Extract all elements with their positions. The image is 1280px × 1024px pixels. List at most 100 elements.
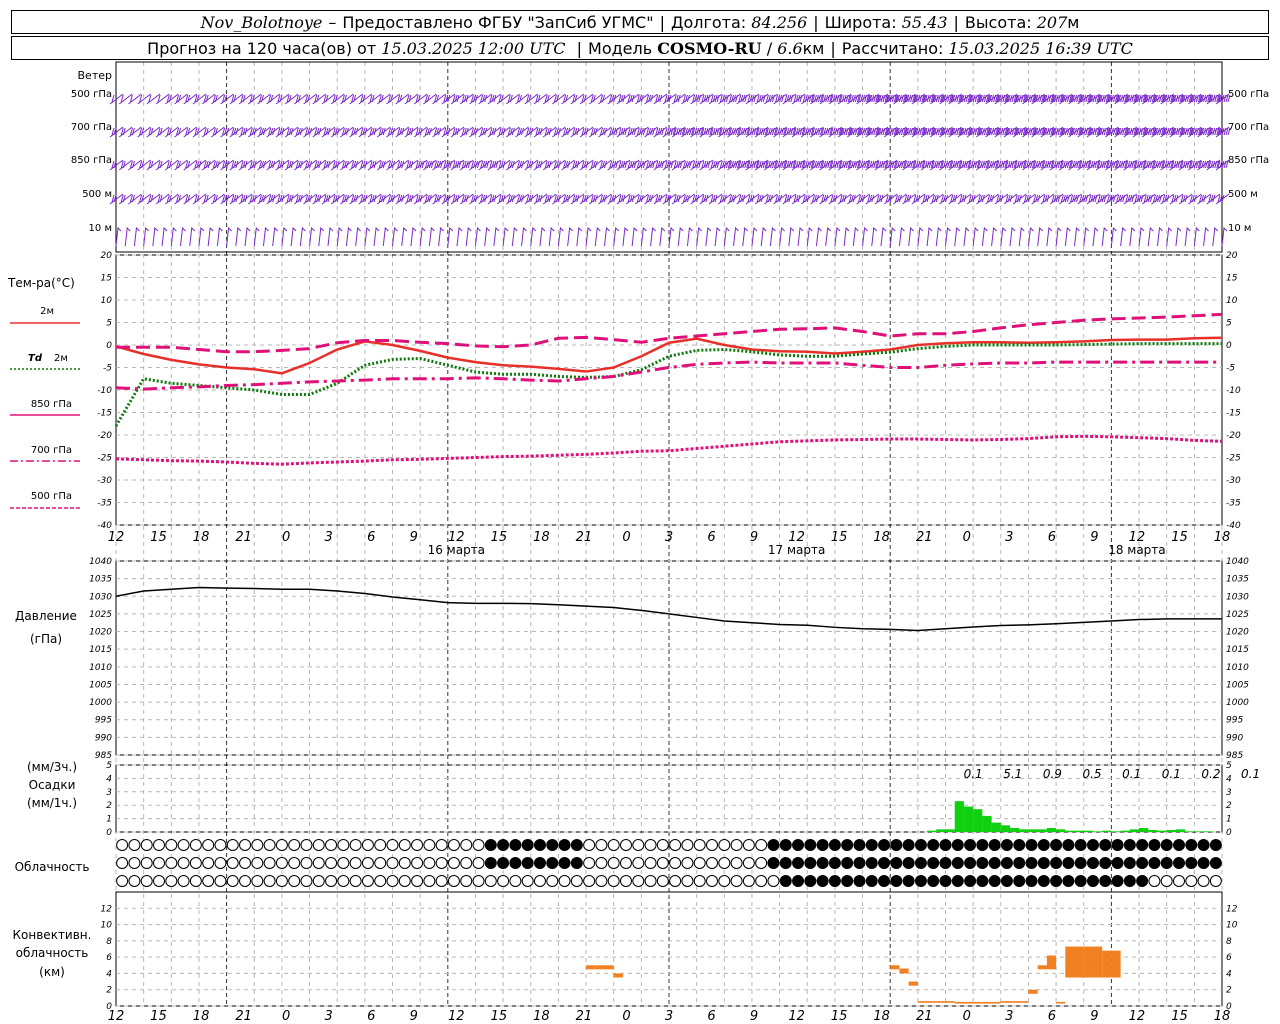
- y-tick-label-left: 1015: [89, 645, 112, 655]
- wind-barb: [760, 226, 767, 247]
- y-tick-label-right: 995: [1226, 716, 1243, 726]
- y-tick-label-right: 1025: [1226, 610, 1249, 620]
- wind-barb: [428, 226, 435, 247]
- x-tick-label-top: 9: [750, 530, 758, 545]
- conv-bar: [613, 973, 623, 978]
- wind-barb: [1101, 226, 1108, 247]
- legend-500-label: 500 гПа: [31, 491, 72, 502]
- wind-barb: [815, 226, 822, 247]
- cloud-circle: [755, 875, 768, 887]
- cloud-circle: [386, 875, 399, 887]
- wind-barb: [622, 226, 629, 247]
- cloud-circle: [263, 839, 276, 851]
- cloud-circle: [595, 875, 608, 887]
- cloud-circle: [288, 875, 301, 887]
- conv-bar: [890, 965, 900, 970]
- precip-total-label: 0.1: [1162, 767, 1181, 781]
- cloud-circle: [251, 857, 264, 869]
- wind-barb: [1166, 226, 1173, 247]
- y-tick-label-left: -10: [97, 386, 112, 396]
- cloud-circle: [116, 839, 129, 851]
- cloud-circle: [779, 839, 792, 851]
- cloud-circle: [177, 875, 190, 887]
- conv-bar: [604, 965, 614, 970]
- wind-barb: [1074, 226, 1080, 247]
- precip-bar: [936, 829, 946, 832]
- wind-barb: [253, 226, 260, 247]
- cloud-circle: [189, 875, 202, 887]
- cloud-circle: [927, 875, 940, 887]
- cloud-circle: [140, 875, 153, 887]
- y-tick-label-left: 20: [101, 251, 113, 261]
- wind-barb: [1092, 226, 1099, 247]
- cloud-circle: [570, 857, 583, 869]
- x-tick-label-top: 6: [707, 530, 715, 545]
- cloud-circle: [828, 875, 841, 887]
- cloud-circle: [619, 875, 632, 887]
- x-tick-label-top: 21: [916, 530, 933, 545]
- cloud-circle: [656, 875, 669, 887]
- precip-bar: [1203, 831, 1213, 832]
- cloud-circle: [398, 857, 411, 869]
- wind-barb: [797, 226, 804, 247]
- cloud-circle: [1197, 875, 1210, 887]
- cloud-circle: [349, 839, 362, 851]
- conv-bar: [1056, 1001, 1066, 1004]
- y-tick-label-right: 985: [1226, 751, 1243, 761]
- legend-td-label: Td: [28, 353, 43, 364]
- x-tick-label-bottom: 9: [750, 1009, 758, 1024]
- y-tick-label-left: -20: [97, 431, 112, 441]
- x-tick-label-top: 0: [963, 530, 971, 545]
- y-tick-label-left: 8: [106, 937, 112, 947]
- cloud-circle: [644, 875, 657, 887]
- y-tick-label-right: 1: [1226, 815, 1232, 825]
- cloud-circle: [202, 857, 215, 869]
- x-tick-label-bottom: 18: [873, 1009, 890, 1024]
- wind-barb: [493, 226, 500, 247]
- y-tick-label-right: -35: [1226, 499, 1241, 509]
- cloud-circle: [1136, 875, 1149, 887]
- cloud-circle: [398, 875, 411, 887]
- x-tick-label-bottom: 6: [367, 1009, 375, 1024]
- y-tick-label-right: 8: [1226, 937, 1232, 947]
- cloud-circle: [1123, 839, 1136, 851]
- wind-barb: [272, 226, 279, 247]
- cloud-circle: [275, 857, 288, 869]
- conv-bar: [1083, 946, 1093, 978]
- wind-barb: [825, 226, 832, 247]
- wind-barb: [963, 226, 970, 247]
- conv-bar: [1037, 965, 1047, 970]
- cloud-circle: [1086, 857, 1099, 869]
- cloud-circle: [1111, 875, 1124, 887]
- conv-bar: [908, 981, 918, 986]
- y-tick-label-left: 1: [106, 815, 112, 825]
- cloud-circle: [1172, 875, 1185, 887]
- wind-barb: [954, 226, 961, 247]
- cloud-circle: [607, 857, 620, 869]
- cloud-circle: [853, 875, 866, 887]
- wind-title: Ветер: [78, 69, 112, 82]
- cloud-circle: [312, 875, 325, 887]
- x-tick-label-bottom: 0: [282, 1009, 290, 1024]
- wind-barb: [299, 226, 306, 247]
- cloud-circle: [300, 875, 313, 887]
- precip-bar: [954, 801, 964, 832]
- cloud-circle: [325, 857, 338, 869]
- cloud-circle: [681, 875, 694, 887]
- cloud-circle: [460, 875, 473, 887]
- cloud-circle: [214, 875, 227, 887]
- y-tick-label-right: -20: [1226, 431, 1241, 441]
- precip-bar: [1120, 830, 1130, 832]
- y-tick-label-left: 5: [106, 319, 112, 329]
- cloud-circle: [706, 875, 719, 887]
- wind-barb: [1212, 226, 1219, 247]
- x-tick-label-bottom: 0: [622, 1009, 630, 1024]
- cloud-circle: [288, 857, 301, 869]
- cloud-circle: [312, 839, 325, 851]
- cloud-circle: [619, 857, 632, 869]
- y-tick-label-left: 2: [106, 986, 112, 996]
- cloud-title: Облачность: [15, 860, 90, 874]
- cloud-circle: [472, 839, 485, 851]
- y-tick-label-left: 0: [106, 341, 112, 351]
- y-tick-label-right: 4: [1226, 969, 1232, 979]
